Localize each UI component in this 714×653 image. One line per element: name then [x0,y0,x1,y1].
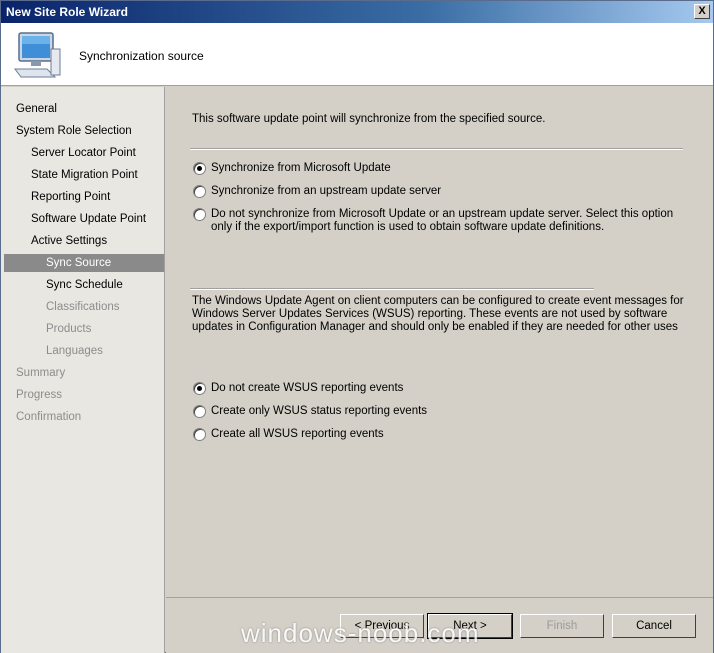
page-title: Synchronization source [79,49,204,63]
title-bar[interactable]: New Site Role Wizard X [1,1,713,23]
nav-item-classifications: Classifications [46,301,120,313]
radio-label-sync-upstream-server[interactable]: Synchronize from an upstream update serv… [211,185,441,197]
wizard-nav: General System Role Selection Server Loc… [1,87,165,653]
nav-item-state-migration-point[interactable]: State Migration Point [31,166,138,184]
divider [190,148,683,150]
radio-label-wsus-status-events[interactable]: Create only WSUS status reporting events [211,405,427,417]
close-button[interactable]: X [694,4,710,19]
nav-item-confirmation: Confirmation [16,411,82,423]
nav-item-languages: Languages [46,345,103,357]
cancel-button[interactable]: Cancel [612,614,696,638]
wizard-content: This software update point will synchron… [166,87,713,597]
intro-text: This software update point will synchron… [192,113,546,125]
nav-item-progress: Progress [16,389,63,401]
nav-item-sync-source[interactable]: Sync Source [4,254,164,272]
close-icon: X [698,5,706,17]
wizard-window: New Site Role Wizard X Synchronization s… [0,0,714,653]
radio-label-all-wsus-events[interactable]: Create all WSUS reporting events [211,428,384,440]
radio-do-not-sync[interactable] [193,208,206,221]
radio-wsus-status-events[interactable] [193,405,206,418]
radio-label-sync-microsoft-update[interactable]: Synchronize from Microsoft Update [211,162,391,174]
nav-item-general[interactable]: General [16,100,57,118]
radio-sync-upstream-server[interactable] [193,185,206,198]
divider [190,288,594,290]
nav-item-active-settings[interactable]: Active Settings [31,232,107,250]
nav-item-products: Products [46,323,92,335]
nav-item-server-locator-point[interactable]: Server Locator Point [31,144,136,162]
computer-icon [14,32,61,78]
nav-item-system-role-selection[interactable]: System Role Selection [16,122,132,140]
nav-item-sync-schedule[interactable]: Sync Schedule [46,276,123,294]
nav-item-reporting-point[interactable]: Reporting Point [31,188,110,206]
radio-no-wsus-events[interactable] [193,382,206,395]
wsus-description: The Windows Update Agent on client compu… [192,295,684,333]
watermark-text: windows-noob.com [241,618,480,648]
radio-selected-dot [197,386,202,391]
radio-label-do-not-sync[interactable]: Do not synchronize from Microsoft Update… [211,208,681,234]
radio-all-wsus-events[interactable] [193,428,206,441]
radio-selected-dot [197,166,202,171]
radio-sync-microsoft-update[interactable] [193,162,206,175]
radio-label-no-wsus-events[interactable]: Do not create WSUS reporting events [211,382,403,394]
wizard-header: Synchronization source [1,23,713,86]
nav-item-software-update-point[interactable]: Software Update Point [31,210,146,228]
finish-button: Finish [520,614,604,638]
nav-item-summary: Summary [16,367,66,379]
window-title: New Site Role Wizard [6,5,128,19]
